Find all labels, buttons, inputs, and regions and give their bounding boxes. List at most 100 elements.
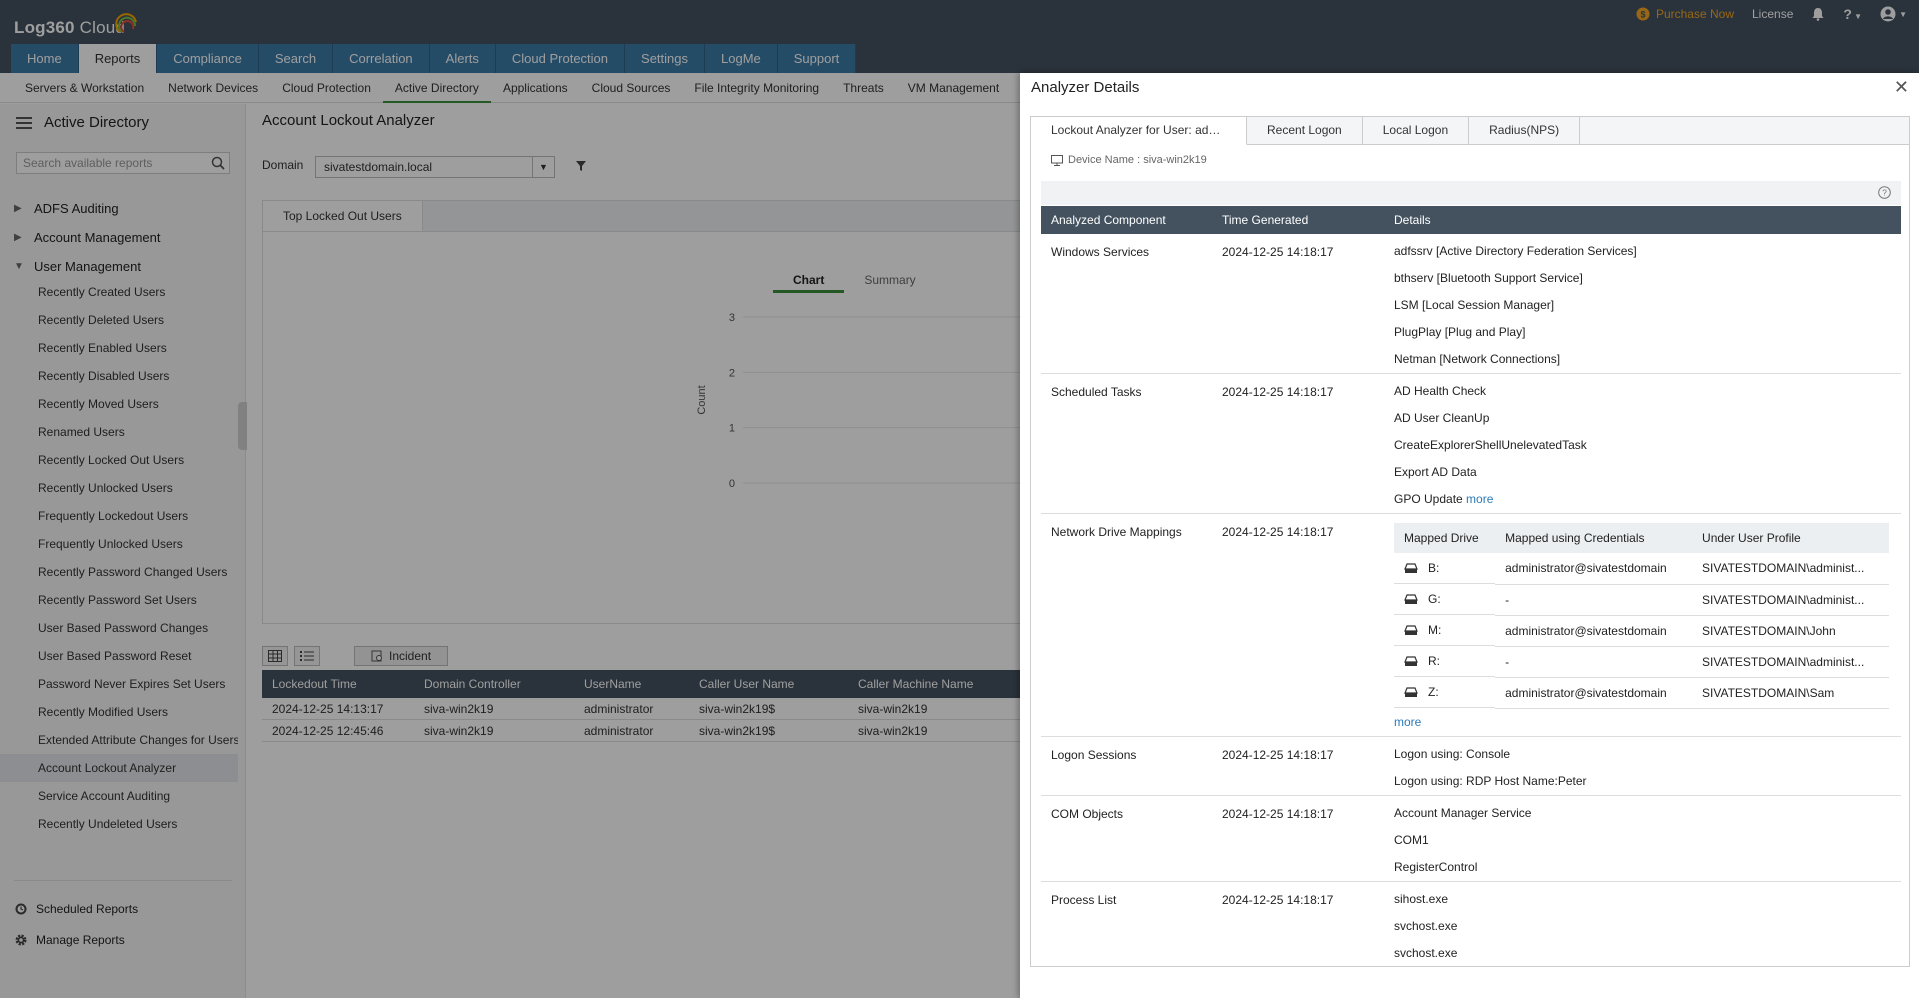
detail-item: PlugPlay [Plug and Play] — [1394, 319, 1901, 346]
mapping-row: B: administrator@sivatestdomain SIVATESTDO… — [1394, 553, 1889, 585]
detail-item: Export AD Data — [1394, 459, 1901, 486]
detail-item: COM1 — [1394, 827, 1901, 854]
component-name: COM Objects — [1051, 806, 1124, 821]
mapping-cell: administrator@sivatestdomain — [1495, 553, 1693, 585]
detail-text: RegisterControl — [1394, 859, 1478, 874]
detail-item: svchost.exe — [1394, 913, 1901, 940]
mapping-value: administrator@sivatestdomain — [1505, 561, 1667, 576]
mapping-cell: Z: — [1394, 677, 1496, 708]
drive-icon — [1404, 593, 1418, 604]
detail-text: PlugPlay [Plug and Play] — [1394, 325, 1526, 339]
detail-item: LSM [Local Session Manager] — [1394, 292, 1901, 319]
details-list: Logon using: Console Logon using: RDP Hos… — [1394, 737, 1901, 795]
analyzer-section-network-drive-mappings: Network Drive Mappings 2024-12-25 14:18:1… — [1041, 514, 1901, 737]
analyzer-tabs: Lockout Analyzer for User: admi... Recent… — [1031, 117, 1909, 145]
details-list: adfssrv [Active Directory Federation Ser… — [1394, 234, 1901, 373]
drive-icon — [1404, 624, 1418, 635]
time-generated: 2024-12-25 14:18:17 — [1222, 747, 1334, 762]
mapping-value: G: — [1428, 592, 1441, 606]
mapping-row: R: - SIVATESTDOMAIN\administ... — [1394, 646, 1889, 678]
detail-item: sihost.exe — [1394, 886, 1901, 913]
component-name: Process List — [1051, 892, 1117, 907]
detail-text: Account Manager Service — [1394, 805, 1532, 820]
detail-text: sihost.exe — [1394, 891, 1449, 906]
col-mapped-using-credentials: Mapped using Credentials — [1495, 523, 1693, 553]
mapping-value: - — [1505, 654, 1510, 669]
tab-lockout-analyzer[interactable]: Lockout Analyzer for User: admi... — [1031, 117, 1247, 145]
details-list: AD Health Check AD User CleanUp CreateExpl… — [1394, 374, 1901, 513]
mapping-value: SIVATESTDOMAIN\administ... — [1702, 592, 1865, 607]
mapping-value: R: — [1428, 654, 1440, 668]
drive-icon — [1404, 562, 1418, 573]
detail-item: Netman [Network Connections] — [1394, 346, 1901, 373]
analyzer-details-drawer: Analyzer Details ✕ Lockout Analyzer for … — [1020, 73, 1919, 998]
detail-item: CreateExplorerShellUnelevatedTask — [1394, 432, 1901, 459]
analyzer-section-process-list: Process List 2024-12-25 14:18:17 sihost.ex… — [1041, 882, 1901, 962]
col-time-generated: Time Generated — [1222, 213, 1309, 227]
detail-text: CreateExplorerShellUnelevatedTask — [1394, 438, 1587, 452]
mapping-value: M: — [1428, 623, 1442, 637]
mapping-value: SIVATESTDOMAIN\John — [1702, 623, 1836, 638]
col-under-user-profile: Under User Profile — [1692, 523, 1889, 553]
mapping-row: M: administrator@sivatestdomain SIVATESTDO… — [1394, 615, 1889, 647]
detail-text: adfssrv [Active Directory Federation Ser… — [1394, 244, 1637, 258]
analyzer-section-com-objects: COM Objects 2024-12-25 14:18:17 Account Ma… — [1041, 796, 1901, 882]
detail-text: Export AD Data — [1394, 465, 1477, 479]
mapping-cell: administrator@sivatestdomain — [1495, 677, 1693, 709]
detail-item: AD User CleanUp — [1394, 405, 1901, 432]
analyzer-section-windows-services: Windows Services 2024-12-25 14:18:17 adfss… — [1041, 234, 1901, 374]
mapping-row: Z: administrator@sivatestdomain SIVATESTDO… — [1394, 677, 1889, 709]
analyzer-panel: Lockout Analyzer for User: admi... Recent… — [1030, 116, 1910, 967]
mapping-cell: - — [1495, 646, 1693, 678]
detail-item: Account Manager Service — [1394, 800, 1901, 827]
component-name: Logon Sessions — [1051, 747, 1137, 762]
mapping-value: SIVATESTDOMAIN\administ... — [1702, 561, 1865, 576]
col-mapped-drive: Mapped Drive — [1394, 523, 1496, 553]
more-link[interactable]: more — [1394, 709, 1901, 736]
detail-text: COM1 — [1394, 832, 1429, 847]
mapping-value: SIVATESTDOMAIN\administ... — [1702, 654, 1865, 669]
mapping-cell: administrator@sivatestdomain — [1495, 615, 1693, 647]
detail-item: adfssrv [Active Directory Federation Ser… — [1394, 238, 1901, 265]
mapping-cell: M: — [1394, 615, 1496, 646]
detail-text: AD Health Check — [1394, 384, 1487, 398]
mapping-value: SIVATESTDOMAIN\Sam — [1702, 685, 1835, 700]
mapping-cell: - — [1495, 584, 1693, 616]
tab-recent-logon[interactable]: Recent Logon — [1247, 117, 1363, 145]
detail-text: AD User CleanUp — [1394, 411, 1490, 425]
info-bar: ? — [1041, 181, 1901, 205]
tab-radius-nps[interactable]: Radius(NPS) — [1469, 117, 1581, 145]
detail-item: bthserv [Bluetooth Support Service] — [1394, 265, 1901, 292]
detail-item: RegisterControl — [1394, 854, 1901, 881]
mapping-cell: G: — [1394, 584, 1496, 615]
analyzer-table-body: Windows Services 2024-12-25 14:18:17 adfss… — [1041, 234, 1901, 961]
svg-text:?: ? — [1882, 188, 1887, 198]
tab-local-logon[interactable]: Local Logon — [1363, 117, 1470, 145]
time-generated: 2024-12-25 14:18:17 — [1222, 525, 1334, 539]
more-link[interactable]: more — [1466, 492, 1493, 506]
detail-text: Netman [Network Connections] — [1394, 352, 1561, 366]
mapping-cell: SIVATESTDOMAIN\administ... — [1692, 584, 1889, 616]
mapping-value: B: — [1428, 561, 1440, 575]
time-generated: 2024-12-25 14:18:17 — [1222, 892, 1334, 907]
help-circle-icon[interactable]: ? — [1878, 186, 1891, 199]
mapping-cell: SIVATESTDOMAIN\Sam — [1692, 677, 1889, 709]
component-name: Windows Services — [1051, 245, 1150, 259]
time-generated: 2024-12-25 14:18:17 — [1222, 806, 1334, 821]
detail-item: Logon using: RDP Host Name:Peter — [1394, 768, 1901, 795]
drawer-title: Analyzer Details — [1031, 79, 1140, 96]
detail-text: LSM [Local Session Manager] — [1394, 298, 1555, 312]
close-icon[interactable]: ✕ — [1894, 77, 1909, 98]
analyzer-section-scheduled-tasks: Scheduled Tasks 2024-12-25 14:18:17 AD Hea… — [1041, 374, 1901, 514]
detail-item: svchost.exe — [1394, 940, 1901, 962]
detail-item: Logon using: Console — [1394, 741, 1901, 768]
detail-text: GPO Update — [1394, 492, 1463, 506]
analyzer-section-logon-sessions: Logon Sessions 2024-12-25 14:18:17 Logon u… — [1041, 737, 1901, 796]
col-details: Details — [1394, 213, 1431, 227]
mapping-cell: SIVATESTDOMAIN\administ... — [1692, 646, 1889, 678]
detail-text: Logon using: Console — [1394, 746, 1511, 761]
mapping-value: administrator@sivatestdomain — [1505, 685, 1667, 700]
analyzer-table-header: Analyzed Component Time Generated Detail… — [1041, 206, 1901, 234]
drive-icon — [1404, 686, 1418, 697]
mapping-cell: R: — [1394, 646, 1496, 677]
